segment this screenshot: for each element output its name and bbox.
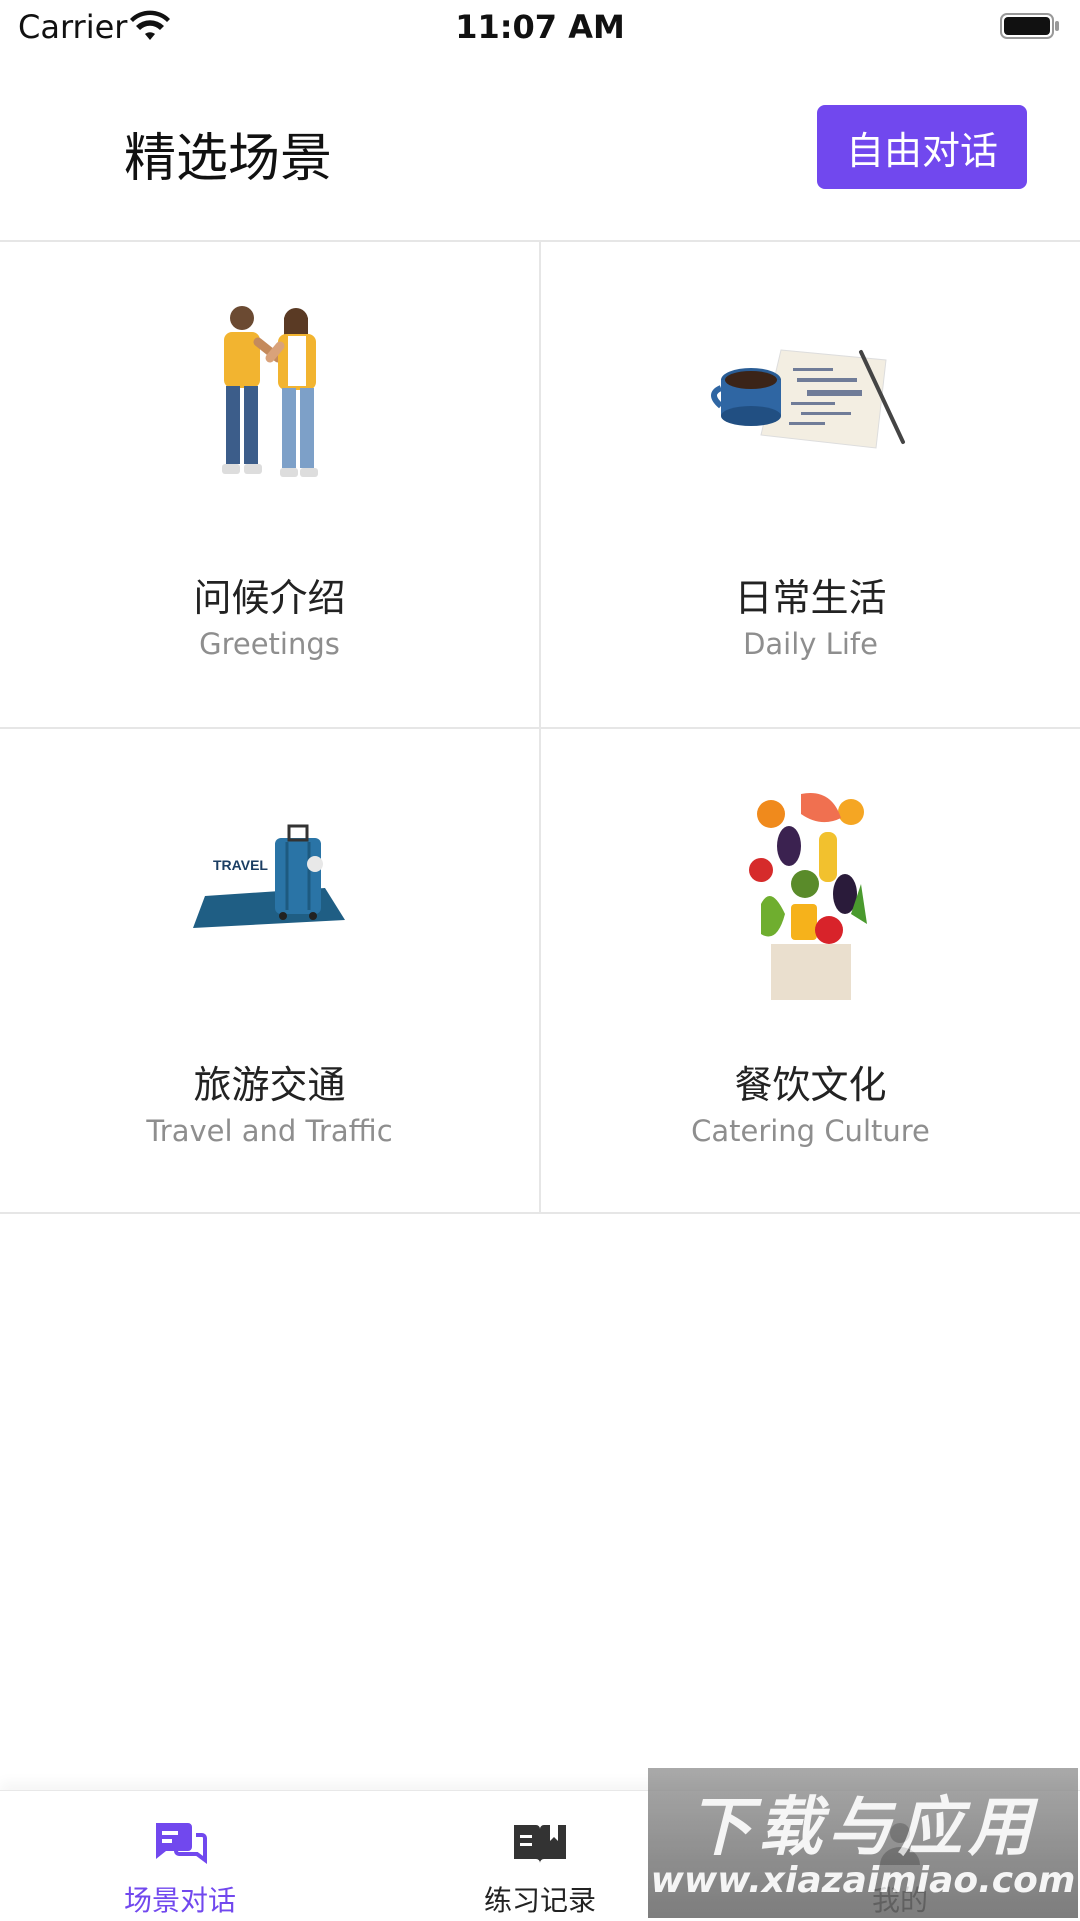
scene-title-en: Catering Culture (691, 1114, 930, 1148)
scene-title-cn: 旅游交通 (193, 1063, 346, 1107)
status-bar: Carrier 11:07 AM (0, 0, 1080, 54)
scene-grid: 问候介绍 Greetings 日常生活 Daily Life TRAVEL 旅游… (0, 242, 1080, 1214)
grid-divider-horizontal (0, 727, 1080, 729)
tab-label: 场景对话 (123, 1884, 236, 1917)
page-title: 精选场景 (124, 129, 333, 189)
scene-title-en: Daily Life (743, 627, 878, 661)
scene-title-en: Greetings (199, 627, 340, 661)
scene-card-travel-traffic[interactable]: TRAVEL 旅游交通 Travel and Traffic (0, 729, 539, 1214)
scene-title-cn: 问候介绍 (193, 576, 346, 620)
scene-card-daily-life[interactable]: 日常生活 Daily Life (541, 242, 1080, 727)
scene-card-greetings[interactable]: 问候介绍 Greetings (0, 242, 539, 727)
clock: 11:07 AM (455, 8, 625, 46)
page-header: 精选场景 自由对话 (0, 54, 1080, 242)
grid-divider-bottom (0, 1212, 1080, 1214)
daily-life-image (710, 349, 905, 449)
scene-title-cn: 餐饮文化 (734, 1063, 887, 1107)
watermark-url: www.xiazaimiao.com (650, 1860, 1076, 1901)
greetings-image (221, 306, 318, 477)
watermark-overlay: 下载与应用 www.xiazaimiao.com (648, 1768, 1078, 1918)
free-conversation-button[interactable]: 自由对话 (817, 105, 1027, 189)
svg-text:TRAVEL: TRAVEL (213, 857, 268, 873)
scene-title-cn: 日常生活 (734, 576, 887, 620)
watermark-title: 下载与应用 (688, 1791, 1038, 1865)
chat-bubbles-icon (156, 1823, 207, 1864)
tab-scene-dialogue[interactable]: 场景对话 (0, 1791, 360, 1921)
catering-image (748, 793, 867, 1000)
travel-image: TRAVEL (192, 824, 345, 928)
open-book-icon (514, 1825, 566, 1863)
scene-title-en: Travel and Traffic (146, 1114, 393, 1148)
battery-icon (1000, 13, 1059, 39)
scene-card-catering-culture[interactable]: 餐饮文化 Catering Culture (541, 729, 1080, 1214)
